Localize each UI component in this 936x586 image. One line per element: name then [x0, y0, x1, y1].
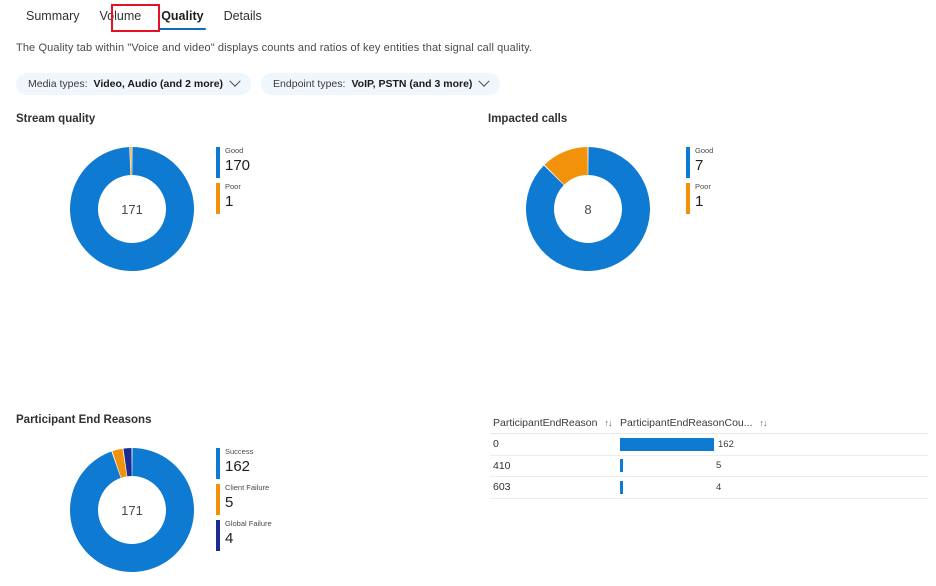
- tab-volume[interactable]: Volume: [89, 0, 151, 32]
- stream-quality-donut-chart[interactable]: 171: [68, 145, 196, 273]
- cell-participant-end-reason: 0: [493, 438, 499, 451]
- legend-item[interactable]: Poor 1: [216, 182, 250, 214]
- tab-details[interactable]: Details: [214, 0, 272, 32]
- legend-item[interactable]: Good 170: [216, 146, 251, 178]
- table-header-row: ParticipantEndReason ↑↓ ParticipantEndRe…: [490, 412, 928, 434]
- cell-participant-end-reason-count: 4: [620, 477, 928, 498]
- panel-impacted-calls: Impacted calls 8 Good 7 Poor 1: [488, 113, 928, 285]
- legend-label: Global Failure: [225, 519, 272, 528]
- legend-swatch-icon: [216, 520, 220, 551]
- table-row[interactable]: 410 5: [490, 456, 928, 477]
- legend-value: 4: [225, 530, 234, 547]
- legend-item[interactable]: Poor 1: [686, 182, 713, 214]
- participant-end-reasons-legend: Success 162 Client Failure 5 Global Failure 4: [216, 447, 272, 555]
- legend-item[interactable]: Good 7: [686, 146, 714, 178]
- cell-participant-end-reason: 603: [493, 481, 511, 494]
- panel-participant-end-reasons: Participant End Reasons 171 Success 162 Cl…: [16, 414, 476, 586]
- legend-label: Good: [225, 146, 244, 155]
- legend-label: Good: [695, 146, 714, 155]
- tab-summary[interactable]: Summary: [16, 0, 89, 32]
- sort-updown-icon[interactable]: ↑↓: [604, 418, 612, 428]
- table-row[interactable]: 603 4: [490, 477, 928, 499]
- legend-value: 7: [695, 157, 704, 174]
- legend-label: Poor: [225, 182, 241, 191]
- page-description: The Quality tab within "Voice and video"…: [16, 42, 533, 54]
- legend-label: Success: [225, 447, 254, 456]
- column-header-participant-end-reason-label: ParticipantEndReason: [493, 416, 598, 429]
- legend-item[interactable]: Global Failure 4: [216, 519, 272, 551]
- count-value: 4: [716, 481, 722, 493]
- legend-label: Client Failure: [225, 483, 270, 492]
- tab-summary-label: Summary: [26, 9, 80, 23]
- filter-endpoint-types-name: Endpoint types:: [273, 78, 346, 90]
- legend-item[interactable]: Client Failure 5: [216, 483, 272, 515]
- cell-participant-end-reason: 410: [493, 459, 511, 472]
- cell-participant-end-reason-count: 162: [620, 434, 928, 455]
- legend-swatch-icon: [686, 183, 690, 214]
- legend-item[interactable]: Success 162: [216, 447, 272, 479]
- legend-swatch-icon: [686, 147, 690, 178]
- filter-endpoint-types[interactable]: Endpoint types: VoIP, PSTN (and 3 more): [261, 73, 501, 95]
- impacted-calls-title: Impacted calls: [488, 113, 568, 125]
- column-header-participant-end-reason-count[interactable]: ParticipantEndReasonCou... ↑↓: [620, 416, 768, 429]
- sort-updown-icon[interactable]: ↑↓: [760, 418, 768, 428]
- chevron-down-icon: [229, 75, 241, 87]
- filter-media-types-value: Video, Audio (and 2 more): [93, 78, 224, 90]
- column-header-participant-end-reason-count-label: ParticipantEndReasonCou...: [620, 416, 753, 429]
- tab-details-label: Details: [223, 9, 262, 23]
- participant-end-reason-table: ParticipantEndReason ↑↓ ParticipantEndRe…: [490, 412, 928, 499]
- impacted-calls-donut-chart[interactable]: 8: [524, 145, 652, 273]
- count-value: 5: [716, 460, 722, 472]
- filter-media-types-name: Media types:: [28, 78, 88, 90]
- stream-quality-title: Stream quality: [16, 113, 96, 125]
- participant-end-reasons-donut-chart[interactable]: 171: [68, 446, 196, 574]
- tab-active-underline: [159, 27, 206, 30]
- count-bar: [620, 459, 623, 473]
- legend-swatch-icon: [216, 448, 220, 479]
- legend-swatch-icon: [216, 147, 220, 178]
- impacted-calls-legend: Good 7 Poor 1: [686, 146, 713, 218]
- table-body: 0 162 410 5 603 4: [490, 434, 928, 499]
- filter-media-types[interactable]: Media types: Video, Audio (and 2 more): [16, 73, 252, 95]
- legend-value: 1: [225, 193, 234, 210]
- table-row[interactable]: 0 162: [490, 434, 928, 456]
- legend-label: Poor: [695, 182, 711, 191]
- legend-value: 170: [225, 157, 251, 174]
- participant-end-reasons-title: Participant End Reasons: [16, 414, 152, 426]
- stream-quality-legend: Good 170 Poor 1: [216, 146, 250, 218]
- legend-value: 162: [225, 458, 251, 475]
- count-bar: [620, 480, 623, 494]
- donut-slice-good[interactable]: [526, 147, 650, 271]
- filter-bar: Media types: Video, Audio (and 2 more) E…: [16, 73, 501, 95]
- tab-quality-label: Quality: [161, 9, 204, 23]
- cell-participant-end-reason-count: 5: [620, 456, 928, 477]
- count-bar: [620, 437, 714, 451]
- donut-slice-good[interactable]: [70, 147, 194, 271]
- legend-swatch-icon: [216, 183, 220, 214]
- count-value: 162: [718, 438, 734, 450]
- tab-quality[interactable]: Quality: [151, 0, 213, 32]
- tab-volume-label: Volume: [99, 9, 142, 23]
- legend-value: 1: [695, 193, 704, 210]
- column-header-participant-end-reason[interactable]: ParticipantEndReason ↑↓: [490, 417, 620, 429]
- panel-stream-quality: Stream quality 171 Good 170 Poor 1: [16, 113, 476, 285]
- filter-endpoint-types-value: VoIP, PSTN (and 3 more): [351, 78, 473, 90]
- legend-swatch-icon: [216, 484, 220, 515]
- legend-value: 5: [225, 494, 234, 511]
- donut-slice-success[interactable]: [70, 448, 194, 572]
- chevron-down-icon: [478, 75, 491, 87]
- tab-bar: Summary Volume Quality Details: [0, 0, 936, 36]
- donut-slice-poor[interactable]: [130, 147, 132, 176]
